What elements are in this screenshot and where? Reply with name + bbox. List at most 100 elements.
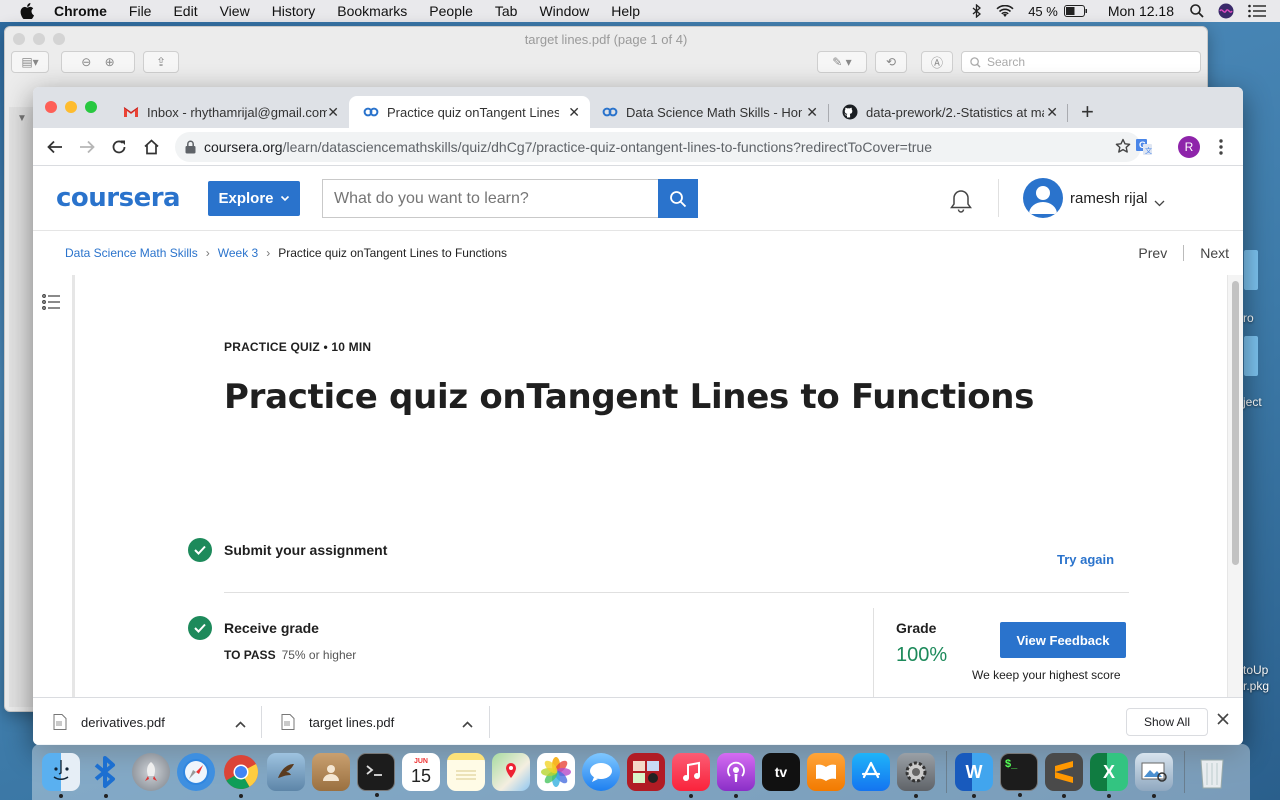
- menu-edit[interactable]: Edit: [173, 3, 197, 19]
- tab-practice-quiz[interactable]: Practice quiz onTangent Lines to Functio…: [349, 96, 590, 128]
- siri-icon[interactable]: [1218, 3, 1234, 19]
- user-name[interactable]: ramesh rijal: [1070, 190, 1148, 207]
- breadcrumb-week[interactable]: Week 3: [218, 246, 258, 260]
- menu-window[interactable]: Window: [539, 3, 589, 19]
- contacts-icon[interactable]: [312, 753, 350, 791]
- new-tab-button[interactable]: +: [1081, 99, 1094, 125]
- messages-icon[interactable]: [582, 753, 620, 791]
- chrome-app-icon[interactable]: [222, 753, 260, 798]
- reload-button[interactable]: [109, 137, 129, 157]
- menu-bookmarks[interactable]: Bookmarks: [337, 3, 407, 19]
- share-icon[interactable]: ⇪: [143, 51, 179, 73]
- address-bar[interactable]: coursera.org/learn/datasciencemathskills…: [175, 132, 1141, 162]
- menu-chrome[interactable]: Chrome: [54, 3, 107, 19]
- breadcrumb-course[interactable]: Data Science Math Skills: [65, 246, 198, 260]
- show-all-downloads-button[interactable]: Show All: [1126, 708, 1208, 736]
- tab-github[interactable]: data-prework/2.-Statistics at master ✕: [828, 96, 1068, 128]
- battery-percent[interactable]: 45 %: [1028, 4, 1058, 19]
- notifications-bell-icon[interactable]: [948, 188, 974, 219]
- zoom-buttons[interactable]: ⊖ ⊕: [61, 51, 135, 73]
- tab-data-science-home[interactable]: Data Science Math Skills - Home ✕: [588, 96, 828, 128]
- sublime-text-icon[interactable]: [1045, 753, 1083, 798]
- page-scrollbar[interactable]: [1227, 275, 1243, 697]
- books-icon[interactable]: [807, 753, 845, 791]
- lock-icon[interactable]: [185, 140, 196, 154]
- chrome-window[interactable]: Inbox - rhythamrijal@gmail.com ✕ Practic…: [33, 87, 1243, 745]
- bluetooth-status-icon[interactable]: [972, 4, 982, 18]
- menu-help[interactable]: Help: [611, 3, 640, 19]
- close-tab-icon[interactable]: ✕: [1046, 104, 1058, 121]
- safari-icon[interactable]: [177, 753, 215, 791]
- clock[interactable]: Mon 12.18: [1108, 3, 1174, 19]
- view-feedback-button[interactable]: View Feedback: [1000, 622, 1126, 658]
- course-menu-icon[interactable]: [42, 294, 60, 315]
- bookmark-star-icon[interactable]: [1115, 138, 1131, 157]
- download-item[interactable]: derivatives.pdf: [53, 698, 251, 745]
- notification-center-icon[interactable]: [1248, 4, 1266, 18]
- chrome-menu-icon[interactable]: [1211, 137, 1231, 157]
- calendar-icon[interactable]: JUN 15: [402, 753, 440, 791]
- window-controls[interactable]: [45, 101, 105, 113]
- music-icon[interactable]: [672, 753, 710, 798]
- user-avatar[interactable]: [1023, 178, 1063, 218]
- excel-icon[interactable]: X: [1090, 753, 1128, 798]
- download-item[interactable]: target lines.pdf: [281, 698, 479, 745]
- tab-inbox[interactable]: Inbox - rhythamrijal@gmail.com ✕: [109, 96, 349, 128]
- markup-pen-icon[interactable]: ✎ ▾: [817, 51, 867, 73]
- tv-icon[interactable]: tv: [762, 753, 800, 791]
- maps-icon[interactable]: [492, 753, 530, 791]
- terminal-icon[interactable]: $_: [1000, 753, 1038, 797]
- close-tab-icon[interactable]: ✕: [568, 104, 580, 121]
- launchpad-icon[interactable]: [132, 753, 170, 791]
- menu-tab[interactable]: Tab: [495, 3, 518, 19]
- photos-icon[interactable]: [537, 753, 575, 791]
- explore-button[interactable]: Explore: [208, 181, 300, 216]
- chevron-up-icon[interactable]: [235, 716, 246, 731]
- close-tab-icon[interactable]: ✕: [806, 104, 818, 121]
- try-again-link[interactable]: Try again: [1057, 552, 1114, 567]
- podcasts-icon[interactable]: [717, 753, 755, 798]
- trash-icon[interactable]: [1193, 753, 1231, 791]
- menu-people[interactable]: People: [429, 3, 473, 19]
- desktop-item-label[interactable]: toUp: [1243, 663, 1268, 677]
- battery-icon[interactable]: [1063, 5, 1088, 17]
- notes-icon[interactable]: [447, 753, 485, 791]
- desktop-item-label[interactable]: ject: [1243, 395, 1262, 409]
- preview-bird-icon[interactable]: [267, 753, 305, 791]
- preview-search-input[interactable]: Search: [961, 51, 1201, 73]
- menu-file[interactable]: File: [129, 3, 152, 19]
- translate-extension-icon[interactable]: G文: [1134, 137, 1154, 157]
- app-store-icon[interactable]: [852, 753, 890, 791]
- coursera-logo[interactable]: coursera: [56, 183, 181, 213]
- next-link[interactable]: Next: [1200, 245, 1229, 261]
- chevron-down-icon[interactable]: [1154, 194, 1165, 212]
- back-button[interactable]: [45, 137, 65, 157]
- chevron-up-icon[interactable]: [462, 716, 473, 731]
- preview-icon[interactable]: [1135, 753, 1173, 798]
- search-input[interactable]: [322, 179, 658, 218]
- profile-avatar[interactable]: R: [1178, 136, 1200, 158]
- close-icon[interactable]: [1217, 712, 1229, 730]
- terminal-icon[interactable]: [357, 753, 395, 797]
- apple-menu-icon[interactable]: [18, 2, 36, 20]
- forward-button[interactable]: [77, 137, 97, 157]
- prev-link[interactable]: Prev: [1138, 245, 1167, 261]
- spotlight-icon[interactable]: [1190, 4, 1204, 18]
- desktop-item-label[interactable]: r.pkg: [1243, 679, 1269, 693]
- annotate-icon[interactable]: Ⓐ: [921, 51, 953, 73]
- word-icon[interactable]: W: [955, 753, 993, 798]
- rotate-icon[interactable]: ⟲: [875, 51, 907, 73]
- search-button[interactable]: [658, 179, 698, 218]
- finder-icon[interactable]: [42, 753, 80, 798]
- sidebar-toggle-icon[interactable]: ▤▾: [11, 51, 49, 73]
- desktop-folder-icon[interactable]: [1244, 250, 1258, 290]
- system-preferences-icon[interactable]: [897, 753, 935, 798]
- menu-history[interactable]: History: [272, 3, 316, 19]
- desktop-folder-icon[interactable]: [1244, 336, 1258, 376]
- photo-booth-icon[interactable]: [627, 753, 665, 791]
- wifi-icon[interactable]: [996, 4, 1014, 18]
- desktop-item-label[interactable]: ro: [1243, 311, 1254, 325]
- close-tab-icon[interactable]: ✕: [327, 104, 339, 121]
- menu-view[interactable]: View: [220, 3, 250, 19]
- bluetooth-app-icon[interactable]: [87, 753, 125, 798]
